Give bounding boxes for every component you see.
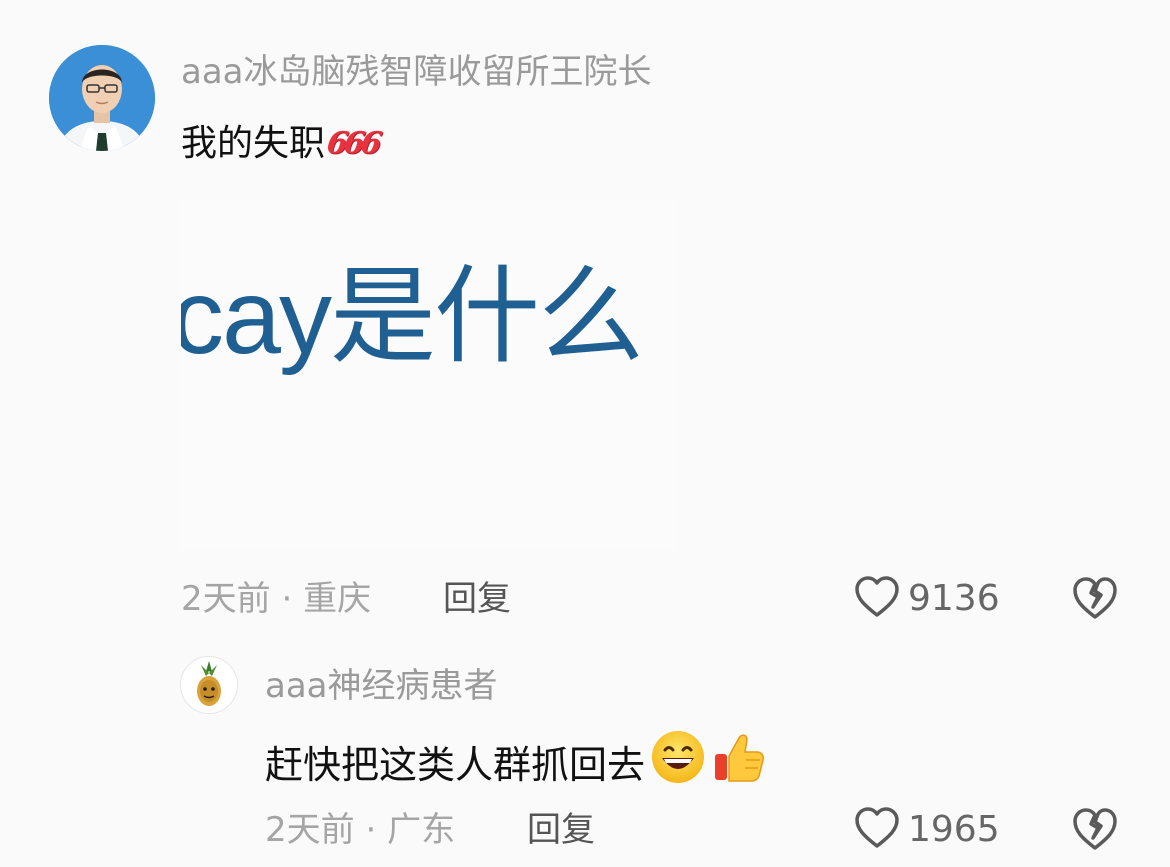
location: 重庆 bbox=[303, 579, 372, 619]
like-button[interactable]: 1965 bbox=[854, 805, 1000, 855]
meta-separator: · bbox=[281, 579, 293, 619]
image-caption-text: cay是什么 bbox=[181, 258, 644, 376]
timestamp: 2天前 bbox=[265, 810, 355, 850]
reply-button[interactable]: 回复 bbox=[443, 574, 511, 624]
location: 广东 bbox=[387, 810, 456, 850]
broken-heart-icon bbox=[1071, 808, 1119, 856]
like-button[interactable]: 9136 bbox=[854, 574, 1000, 624]
meta-separator: · bbox=[365, 810, 377, 850]
comment-image[interactable]: cay是什么 bbox=[181, 200, 677, 550]
comment-body: 我的失职 bbox=[181, 123, 326, 164]
username[interactable]: aaa神经病患者 bbox=[265, 662, 498, 710]
dislike-button[interactable] bbox=[1071, 806, 1119, 856]
heart-outline-icon bbox=[854, 575, 900, 623]
like-count: 9136 bbox=[908, 578, 1000, 619]
comment-meta: 2天前 · 广东 bbox=[265, 805, 455, 855]
dislike-button[interactable] bbox=[1071, 575, 1119, 625]
comment-text: 赶快把这类人群抓回去 bbox=[265, 728, 767, 802]
avatar[interactable] bbox=[180, 656, 238, 714]
username[interactable]: aaa冰岛脑残智障收留所王院长 bbox=[181, 48, 652, 96]
grinning-face-icon bbox=[649, 728, 707, 802]
reply-button[interactable]: 回复 bbox=[527, 805, 595, 855]
comment-body: 赶快把这类人群抓回去 bbox=[265, 743, 646, 787]
avatar-portrait-image bbox=[49, 45, 155, 151]
broken-heart-icon bbox=[1071, 577, 1119, 625]
emoji-666-icon: 666 bbox=[324, 126, 381, 161]
thumbs-up-icon bbox=[711, 728, 767, 802]
comment-text: 我的失职 666 bbox=[181, 118, 381, 170]
avatar[interactable] bbox=[49, 45, 155, 151]
like-count: 1965 bbox=[908, 809, 1000, 850]
comment-meta: 2天前 · 重庆 bbox=[181, 574, 371, 624]
timestamp: 2天前 bbox=[181, 579, 271, 619]
heart-outline-icon bbox=[854, 806, 900, 854]
pineapple-avatar-image bbox=[181, 657, 237, 713]
